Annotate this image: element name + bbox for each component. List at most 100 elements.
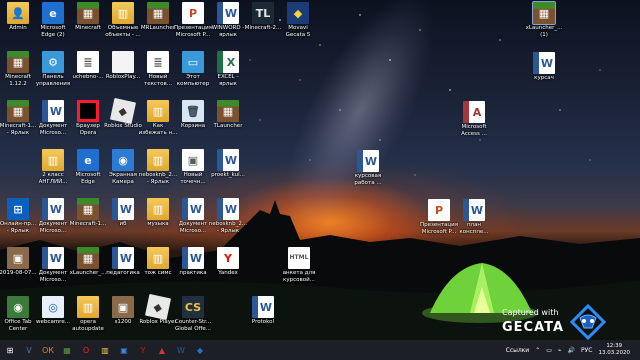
taskbar-apps: ⊞ V ОК ▦ O ▥ ▣ Y ▲ W ◆: [0, 342, 208, 358]
desktop-icon-roblox[interactable]: ◆ Roblox Player: [139, 293, 177, 340]
tray-icon-chevron[interactable]: ⌃: [535, 347, 540, 354]
desktop-icon-word[interactable]: W Документ Microso...: [35, 198, 71, 246]
taskbar-gecata[interactable]: ◆: [192, 342, 208, 358]
desktop-icon-folder[interactable]: ▥ Как избежать н...: [139, 100, 177, 148]
desktop-icon-gecata[interactable]: ◆ Movavi Gecata 5: [280, 2, 316, 50]
desktop-icon-word[interactable]: W WINWORD - ярлык: [210, 2, 246, 50]
desktop-icon-cs[interactable]: CS Counter-Str... Global Offe...: [175, 296, 211, 340]
desktop-icon-ppt[interactable]: P Презентация Microsoft P...: [174, 2, 212, 50]
desktop-icon-mc[interactable]: ▦ Minecraft-1... - Ярлык: [0, 100, 36, 148]
desktop-icon-white[interactable]: RobloxPlay...: [105, 51, 141, 99]
gecata-watermark: Captured with GECATA: [474, 303, 624, 340]
desktop-icon-file[interactable]: ▣ Новый точечн...: [175, 149, 211, 197]
desktop-icon-label: xLauncher_... (1): [525, 25, 563, 38]
desktop-icon-word[interactable]: W Protokol: [245, 296, 281, 340]
taskbar-store[interactable]: ▣: [116, 342, 132, 358]
desktop-icon-win[interactable]: ⊞ Онлайн-пр... - Ярлык: [0, 198, 36, 246]
desktop-icon-word[interactable]: Wкурсач: [526, 52, 562, 100]
ppt-icon: P: [428, 199, 450, 221]
desktop-icon-word[interactable]: Wпедагогика: [105, 247, 141, 295]
desktop-icon-folder[interactable]: ▥ тож симс: [140, 247, 176, 295]
desktop-icon-mc[interactable]: ▦ xLauncher_...: [70, 247, 106, 295]
watermark-brand: GECATA: [502, 320, 565, 335]
desktop-icon-roblox[interactable]: ◆ Roblox Studio: [104, 97, 142, 148]
desktop-icon-opera[interactable]: OБраузер Opera: [70, 100, 106, 148]
desktop-icon-html[interactable]: HTML анкета для курсовой...: [281, 247, 317, 295]
desktop-icon-label: курсач: [534, 75, 554, 81]
desktop-icon-bin[interactable]: 🗑 Корзина: [175, 100, 211, 148]
desktop-icon-yandex[interactable]: Y Yandex: [210, 247, 246, 295]
desktop-icon-photo[interactable]: ▣ s1200: [105, 296, 141, 340]
folder-icon: 👤: [7, 2, 29, 24]
taskbar-vk[interactable]: V: [21, 342, 37, 358]
desktop-icon-cam[interactable]: ◉ Экранная Камера: [105, 149, 141, 197]
desktop-icon-mc[interactable]: ▦ MRLauncher: [140, 2, 176, 50]
taskbar-explorer[interactable]: ▥: [97, 342, 113, 358]
taskbar-app[interactable]: ▲: [154, 342, 170, 358]
gecata-icon: ◆: [287, 2, 309, 24]
desktop-icon-folder[interactable]: 👤 Admin: [0, 2, 36, 50]
links-toolbar[interactable]: Ссылки: [506, 347, 530, 354]
battery-icon[interactable]: ▭: [546, 347, 552, 354]
desktop-icon-tl[interactable]: TL Minecraft-2...: [245, 2, 281, 50]
desktop-icon-label: Minecraft-1...: [69, 221, 107, 227]
excel-icon: X: [217, 51, 239, 73]
desktop-icon-label: uchebno-...: [72, 74, 104, 80]
white-icon: [112, 51, 134, 73]
word-icon: W: [112, 247, 134, 269]
word-icon: W: [252, 296, 274, 318]
desktop-icon-word[interactable]: W Документ Microso...: [35, 100, 71, 148]
taskbar-opera[interactable]: O: [78, 342, 94, 358]
desktop-icon-word[interactable]: Wплан консппе...: [456, 199, 492, 247]
network-icon[interactable]: ⌁: [558, 347, 562, 354]
desktop-icon-file[interactable]: ≣ Новый текстов...: [140, 51, 176, 99]
mc-icon: ▦: [532, 1, 556, 25]
desktop-icon-edge[interactable]: e Microsoft Edge: [70, 149, 106, 197]
start-button[interactable]: ⊞: [2, 342, 18, 358]
desktop-icon-folder[interactable]: ▥ 2 класс АНГЛИЙ...: [35, 149, 71, 197]
desktop-icon-word[interactable]: Wиб: [105, 198, 141, 246]
desktop-icon-label: 2 класс АНГЛИЙ...: [38, 172, 68, 185]
desktop-icon-word[interactable]: W Документ Microso...: [175, 198, 211, 246]
desktop-icon-mc[interactable]: ▦ TLauncher: [210, 100, 246, 148]
edge-icon: e: [42, 2, 64, 24]
desktop-icon-label: proekt_kul...: [211, 172, 245, 178]
desktop-icon-label: Microsoft Edge: [75, 172, 101, 185]
desktop-icon-pc[interactable]: ▭ Этот компьютер: [175, 51, 211, 99]
desktop-icon-edge[interactable]: e Microsoft Edge (2): [35, 2, 71, 50]
desktop-icon-photo[interactable]: ▣ 2019-08-07...: [0, 247, 37, 295]
desktop-icon-mc[interactable]: ▦ Minecraft 1.12.2: [0, 51, 36, 99]
desktop-icon-ppt[interactable]: P Презентация Microsoft P...: [420, 199, 458, 247]
taskbar-odnoklassniki[interactable]: ОК: [40, 342, 56, 358]
desktop-icon-pc[interactable]: ⚙ Панель управления: [35, 51, 71, 99]
desktop-icon-excel[interactable]: X EXCEL - ярлык: [210, 51, 246, 99]
folder-icon: ▥: [42, 149, 64, 171]
desktop-icon-word[interactable]: Wкурсовая работа ...: [350, 150, 386, 198]
desktop-icon-file[interactable]: ≣ uchebno-...: [70, 51, 106, 99]
desktop-icon-word[interactable]: W Документ Microso...: [35, 247, 71, 295]
volume-icon[interactable]: 🔊: [568, 347, 575, 354]
desktop-icon-mc[interactable]: ▦ xLauncher_... (1): [525, 1, 563, 50]
desktop-icon-word[interactable]: Wproekt_kul...: [210, 149, 246, 197]
desktop-icon-word[interactable]: Wnebosknb_2... - Ярлык: [209, 198, 247, 246]
desktop-icon-folder[interactable]: ▥ музыка: [140, 198, 176, 246]
desktop-icon-folder[interactable]: ▥ nebosknb_2... - Ярлык: [139, 149, 177, 197]
desktop-icon-tabc[interactable]: ◉ Office Tab Center: [0, 296, 36, 340]
desktop-icon-folder[interactable]: ▥ Объемные объекты - ...: [105, 2, 141, 50]
tl-icon: TL: [252, 2, 274, 24]
desktop-icon-mc[interactable]: ▦ Minecraft-1...: [70, 198, 106, 246]
desktop-icon-label: Minecraft-2...: [244, 25, 282, 31]
desktop-icon-label: практика: [179, 270, 207, 276]
desktop-icon-folder[interactable]: ▥ opera autoupdate: [70, 296, 106, 340]
desktop-icon-mc[interactable]: ▦ Minecraft: [70, 2, 106, 50]
folder-icon: ▥: [147, 198, 169, 220]
taskbar-minecraft[interactable]: ▦: [59, 342, 75, 358]
language-indicator[interactable]: РУС: [581, 347, 592, 354]
desktop-icon-webcam[interactable]: ◎ webcamre...: [35, 296, 71, 340]
desktop-icon-access[interactable]: A Microsoft Access ...: [456, 101, 492, 149]
clock[interactable]: 12:39 13.03.2020: [599, 343, 631, 357]
desktop-icon-word[interactable]: Wпрактика: [175, 247, 211, 295]
taskbar-word[interactable]: W: [173, 342, 189, 358]
taskbar-yandex[interactable]: Y: [135, 342, 151, 358]
desktop[interactable]: 👤 Admin e Microsoft Edge (2) ▦ Minecraft ▥ Объе…: [0, 0, 640, 340]
